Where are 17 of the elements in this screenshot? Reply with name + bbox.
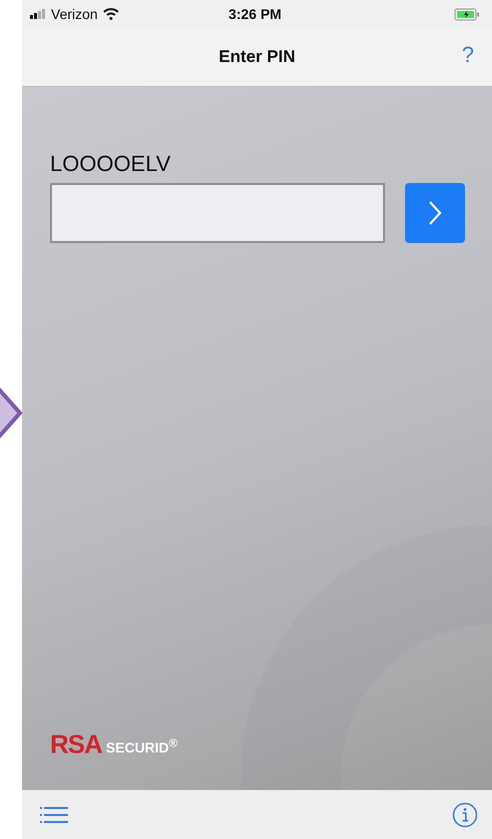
menu-button[interactable]: [40, 806, 68, 824]
carrier-name: Verizon: [51, 6, 98, 22]
pin-input-field[interactable]: [50, 183, 385, 243]
token-label: LOOOOELV: [50, 151, 172, 177]
menu-icon: [40, 806, 68, 824]
screen-title: Enter PIN: [218, 47, 296, 67]
product-name: SECURID$^{®}$: [106, 737, 178, 756]
signal-icon: [30, 9, 46, 19]
help-button[interactable]: ?: [458, 42, 478, 68]
brand-logo: RSA: [50, 729, 102, 760]
chevron-right-icon: [428, 200, 442, 226]
battery-icon: [454, 8, 480, 20]
info-button[interactable]: [452, 802, 478, 828]
submit-button[interactable]: [405, 183, 465, 243]
info-icon: [452, 802, 478, 828]
status-time: 3:26 PM: [228, 6, 282, 22]
wifi-icon: [102, 8, 119, 20]
